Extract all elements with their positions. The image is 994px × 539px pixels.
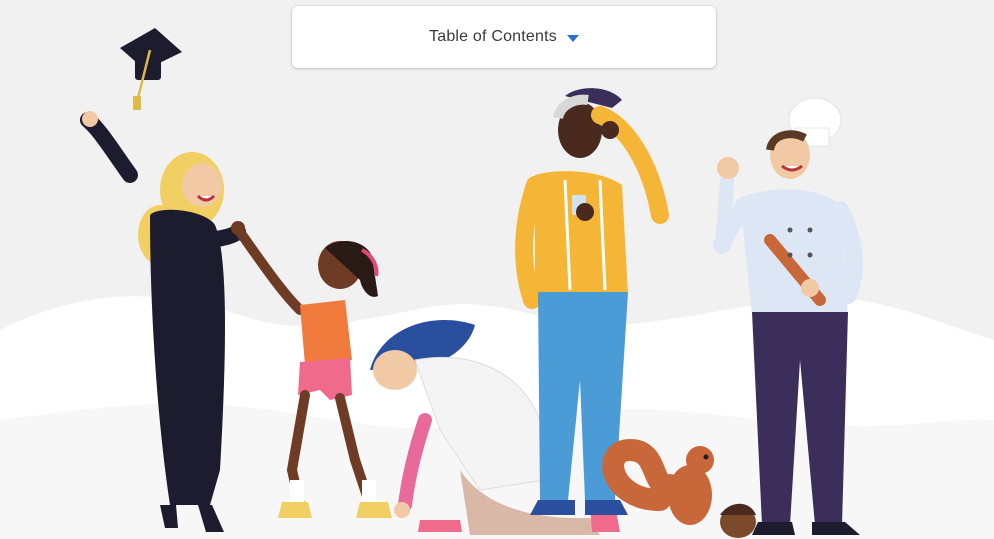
hero-illustration (0, 28, 994, 539)
table-of-contents-label: Table of Contents (429, 28, 557, 45)
table-of-contents-dropdown[interactable]: Table of Contents (292, 6, 716, 68)
caret-down-icon (566, 34, 579, 42)
